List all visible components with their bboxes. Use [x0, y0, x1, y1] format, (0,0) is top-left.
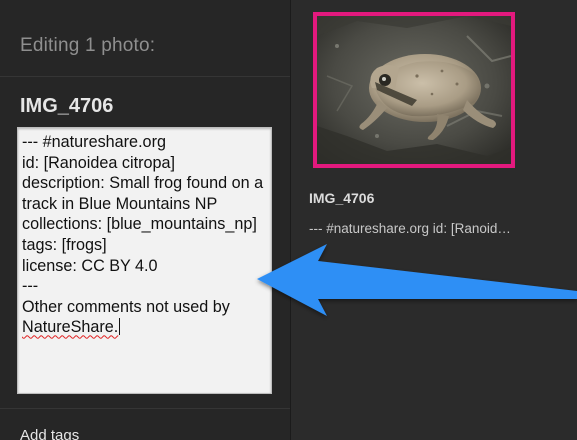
description-text: ---: [22, 277, 39, 296]
grid-photo-title: IMG_4706: [309, 190, 375, 206]
photo-title-field[interactable]: IMG_4706: [20, 95, 113, 118]
description-text: license: CC BY 4.0: [22, 256, 158, 275]
panel-header: Editing 1 photo:: [0, 0, 290, 77]
edit-panel: Editing 1 photo: IMG_4706 --- #naturesha…: [0, 0, 291, 440]
description-text: NatureShare.: [22, 318, 119, 337]
description-text: collections: [blue_mountains_np]: [22, 215, 257, 234]
add-tags-section[interactable]: Add tags: [20, 427, 79, 440]
description-line: tags: [frogs]: [22, 235, 267, 256]
description-text: description: Small frog found on a: [22, 174, 264, 193]
description-text: track in Blue Mountains NP: [22, 194, 218, 213]
description-line: description: Small frog found on a: [22, 173, 267, 194]
description-line: --- #natureshare.org: [22, 132, 267, 153]
description-line: NatureShare.: [22, 317, 267, 338]
frog-photo: [317, 16, 511, 164]
description-text: Other comments not used by: [22, 297, 230, 316]
description-line: collections: [blue_mountains_np]: [22, 214, 267, 235]
description-text: id: [Ranoidea citropa]: [22, 153, 175, 172]
photo-editor-screen: Editing 1 photo: IMG_4706 --- #naturesha…: [0, 0, 577, 440]
description-line: id: [Ranoidea citropa]: [22, 153, 267, 174]
description-line: ---: [22, 276, 267, 297]
description-line: license: CC BY 4.0: [22, 256, 267, 277]
description-line: track in Blue Mountains NP: [22, 194, 267, 215]
description-text: tags: [frogs]: [22, 235, 107, 254]
editing-count-heading: Editing 1 photo:: [20, 35, 156, 56]
description-text: --- #natureshare.org: [22, 133, 166, 151]
description-line: Other comments not used by: [22, 297, 267, 318]
text-caret: [119, 318, 121, 336]
section-divider: [0, 408, 290, 409]
description-textarea[interactable]: --- #natureshare.org id: [Ranoidea citro…: [17, 127, 272, 394]
selected-photo-thumbnail[interactable]: [313, 12, 515, 168]
grid-photo-description: --- #natureshare.org id: [Ranoid…: [309, 221, 511, 236]
